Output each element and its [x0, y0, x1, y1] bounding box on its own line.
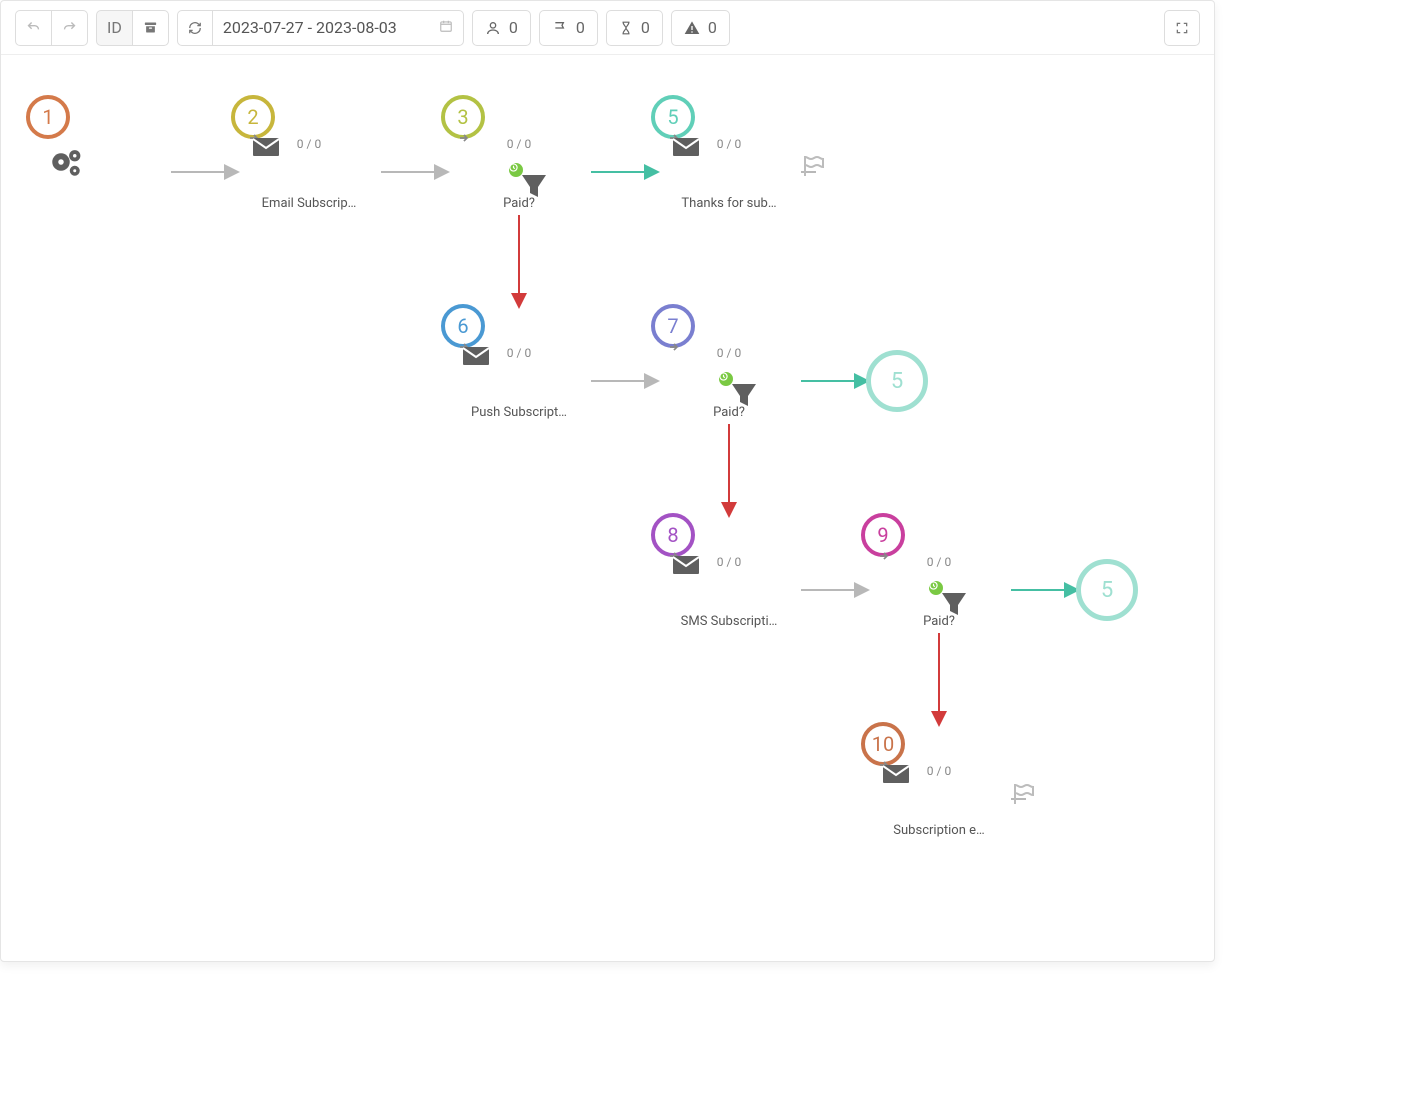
node-10-number: 10: [872, 732, 894, 756]
node-6-title: Push Subscript…: [459, 405, 579, 420]
refresh-button[interactable]: [177, 10, 213, 46]
node-7[interactable]: 0 / 0 Paid?: [669, 342, 789, 420]
node-3-flow: 0 / 0: [459, 137, 579, 151]
envelope-icon: [669, 133, 703, 157]
node-5-ref[interactable]: 5: [866, 350, 928, 412]
stat-waiting[interactable]: 0: [606, 10, 663, 46]
node-3-number: 3: [457, 105, 468, 129]
undo-button[interactable]: [15, 10, 52, 46]
redo-icon: [62, 20, 77, 35]
archive-button[interactable]: [132, 10, 169, 46]
id-label: ID: [107, 18, 122, 37]
node-7-number: 7: [667, 314, 678, 338]
node-6[interactable]: 0 / 0 Push Subscript…: [459, 342, 579, 420]
node-5-number: 5: [667, 105, 678, 129]
id-button[interactable]: ID: [96, 10, 133, 46]
stat-errors-value: 0: [708, 18, 717, 37]
node-1-badge[interactable]: 1: [26, 95, 70, 139]
envelope-icon: [249, 133, 283, 157]
warning-icon: [684, 20, 700, 36]
node-10[interactable]: 0 / 0 Subscription e…: [879, 760, 999, 838]
node-2-number: 2: [247, 105, 258, 129]
node-5-ref-number: 5: [891, 369, 903, 394]
user-icon: [485, 20, 501, 36]
node-8-title: SMS Subscripti…: [669, 614, 789, 629]
node-8-number: 8: [667, 523, 678, 547]
refresh-icon: [188, 21, 202, 35]
funnel-icon: [729, 382, 759, 408]
node-2[interactable]: 0 / 0 Email Subscrip…: [249, 133, 369, 211]
node-5-title: Thanks for sub…: [669, 196, 789, 211]
fullscreen-button[interactable]: [1164, 10, 1200, 46]
node-5-ref-2[interactable]: 5: [1076, 559, 1138, 621]
stat-goals[interactable]: 0: [539, 10, 598, 46]
calendar-icon: [439, 18, 453, 37]
stat-errors[interactable]: 0: [671, 10, 730, 46]
envelope-icon: [669, 551, 703, 575]
node-1-number: 1: [42, 105, 53, 129]
funnel-icon: [519, 173, 549, 199]
node-9-flow: 0 / 0: [879, 555, 999, 569]
undo-icon: [26, 20, 41, 35]
stat-users[interactable]: 0: [472, 10, 531, 46]
clock-badge-icon: [929, 581, 943, 595]
clock-badge-icon: [509, 163, 523, 177]
connectors: [1, 55, 1214, 961]
toolbar: ID 2023-07-27 - 2023-08-03 0 0: [1, 1, 1214, 55]
id-archive-group: ID: [96, 10, 169, 46]
workflow-editor: ID 2023-07-27 - 2023-08-03 0 0: [0, 0, 1215, 962]
funnel-icon: [939, 591, 969, 617]
clock-badge-icon: [719, 372, 733, 386]
goal-flag-icon: [1011, 781, 1039, 807]
node-3[interactable]: 0 / 0 Paid?: [459, 133, 579, 211]
envelope-icon: [879, 760, 913, 784]
node-9[interactable]: 0 / 0 Paid?: [879, 551, 999, 629]
node-10-title: Subscription e…: [879, 823, 999, 838]
gears-icon: [46, 147, 86, 177]
node-1[interactable]: [46, 147, 166, 185]
hourglass-icon: [619, 20, 633, 36]
node-5[interactable]: 0 / 0 Thanks for sub…: [669, 133, 789, 211]
undo-redo-group: [15, 10, 88, 46]
workflow-canvas[interactable]: 1 2 0 / 0 Email Subscrip… 3 0 / 0 Paid? …: [1, 55, 1214, 961]
stat-users-value: 0: [509, 18, 518, 37]
redo-button[interactable]: [51, 10, 88, 46]
goal-flag-icon: [801, 153, 829, 179]
node-7-flow: 0 / 0: [669, 346, 789, 360]
node-8[interactable]: 0 / 0 SMS Subscripti…: [669, 551, 789, 629]
archive-icon: [143, 20, 158, 35]
date-range-button[interactable]: 2023-07-27 - 2023-08-03: [212, 10, 464, 46]
node-2-title: Email Subscrip…: [249, 196, 369, 211]
date-range-value: 2023-07-27 - 2023-08-03: [223, 18, 397, 37]
stat-waiting-value: 0: [641, 18, 650, 37]
flag-icon: [552, 20, 568, 36]
node-5-ref-2-number: 5: [1101, 578, 1113, 603]
envelope-icon: [459, 342, 493, 366]
date-group: 2023-07-27 - 2023-08-03: [177, 10, 464, 46]
node-9-number: 9: [877, 523, 888, 547]
stat-goals-value: 0: [576, 18, 585, 37]
expand-icon: [1175, 21, 1189, 35]
node-6-number: 6: [457, 314, 468, 338]
